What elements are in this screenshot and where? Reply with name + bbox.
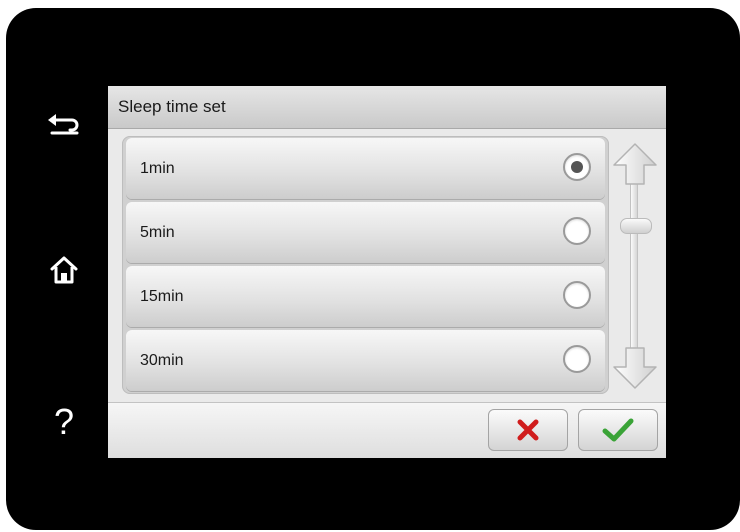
radio-dot [571, 161, 583, 173]
scroll-track [630, 182, 638, 354]
help-icon: ? [53, 401, 75, 442]
screen-title: Sleep time set [118, 97, 226, 116]
option-5min[interactable]: 5min [126, 202, 605, 263]
back-arrow-icon [48, 114, 79, 135]
radio-unselected[interactable] [563, 217, 591, 245]
cancel-button[interactable] [488, 409, 568, 451]
touch-screen: Sleep time set 1min 5min 15min 30min [108, 86, 666, 458]
option-label: 1min [140, 160, 175, 177]
option-15min[interactable]: 15min [126, 266, 605, 327]
arrow-down-icon[interactable] [612, 346, 658, 390]
scrollbar[interactable] [612, 142, 658, 392]
scroll-thumb[interactable] [620, 218, 652, 234]
arrow-up-icon[interactable] [612, 142, 658, 186]
confirm-button[interactable] [578, 409, 658, 451]
help-button[interactable]: ? [38, 396, 90, 448]
home-icon [50, 256, 78, 284]
option-label: 15min [140, 288, 184, 305]
home-button[interactable] [38, 244, 90, 296]
radio-unselected[interactable] [563, 345, 591, 373]
x-icon [517, 419, 539, 441]
option-label: 30min [140, 352, 184, 369]
back-button[interactable] [38, 96, 90, 148]
option-label: 5min [140, 224, 175, 241]
radio-selected[interactable] [563, 153, 591, 181]
checkmark-icon [602, 418, 634, 442]
action-bar [108, 402, 666, 458]
title-bar: Sleep time set [108, 86, 666, 129]
option-1min[interactable]: 1min [126, 138, 605, 199]
option-30min[interactable]: 30min [126, 330, 605, 391]
radio-unselected[interactable] [563, 281, 591, 309]
options-list: 1min 5min 15min 30min [122, 136, 609, 394]
